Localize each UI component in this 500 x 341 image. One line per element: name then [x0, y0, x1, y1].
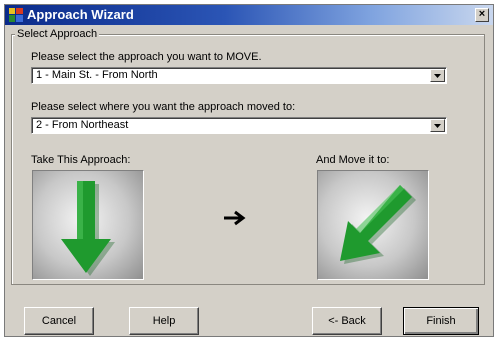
- target-approach-dropdown-button[interactable]: [430, 119, 445, 132]
- from-approach-label: Take This Approach:: [31, 154, 131, 166]
- move-approach-label: Please select the approach you want to M…: [31, 51, 262, 63]
- title-bar: Approach Wizard ×: [5, 5, 493, 25]
- chevron-down-icon: [434, 74, 441, 78]
- help-button[interactable]: Help: [129, 307, 199, 335]
- arrow-down-left-icon: [340, 185, 416, 264]
- cancel-button[interactable]: Cancel: [24, 307, 94, 335]
- app-icon: [9, 8, 23, 22]
- finish-button[interactable]: Finish: [403, 307, 479, 335]
- arrow-right-icon: [224, 210, 246, 226]
- chevron-down-icon: [434, 124, 441, 128]
- target-approach-select[interactable]: 2 - From Northeast: [31, 117, 447, 134]
- move-approach-value: 1 - Main St. - From North: [36, 69, 158, 81]
- from-approach-panel: [32, 170, 144, 280]
- move-approach-dropdown-button[interactable]: [430, 69, 445, 82]
- close-button[interactable]: ×: [475, 8, 489, 22]
- window-title: Approach Wizard: [27, 7, 134, 22]
- arrow-down-icon: [61, 181, 115, 276]
- target-approach-label: Please select where you want the approac…: [31, 101, 296, 113]
- move-approach-select[interactable]: 1 - Main St. - From North: [31, 67, 447, 84]
- target-approach-value: 2 - From Northeast: [36, 119, 129, 131]
- group-legend: Select Approach: [15, 27, 100, 41]
- to-approach-label: And Move it to:: [316, 154, 390, 166]
- approach-wizard-window: Approach Wizard × Select Approach Please…: [4, 4, 494, 337]
- to-approach-panel: [317, 170, 429, 280]
- back-button[interactable]: <- Back: [312, 307, 382, 335]
